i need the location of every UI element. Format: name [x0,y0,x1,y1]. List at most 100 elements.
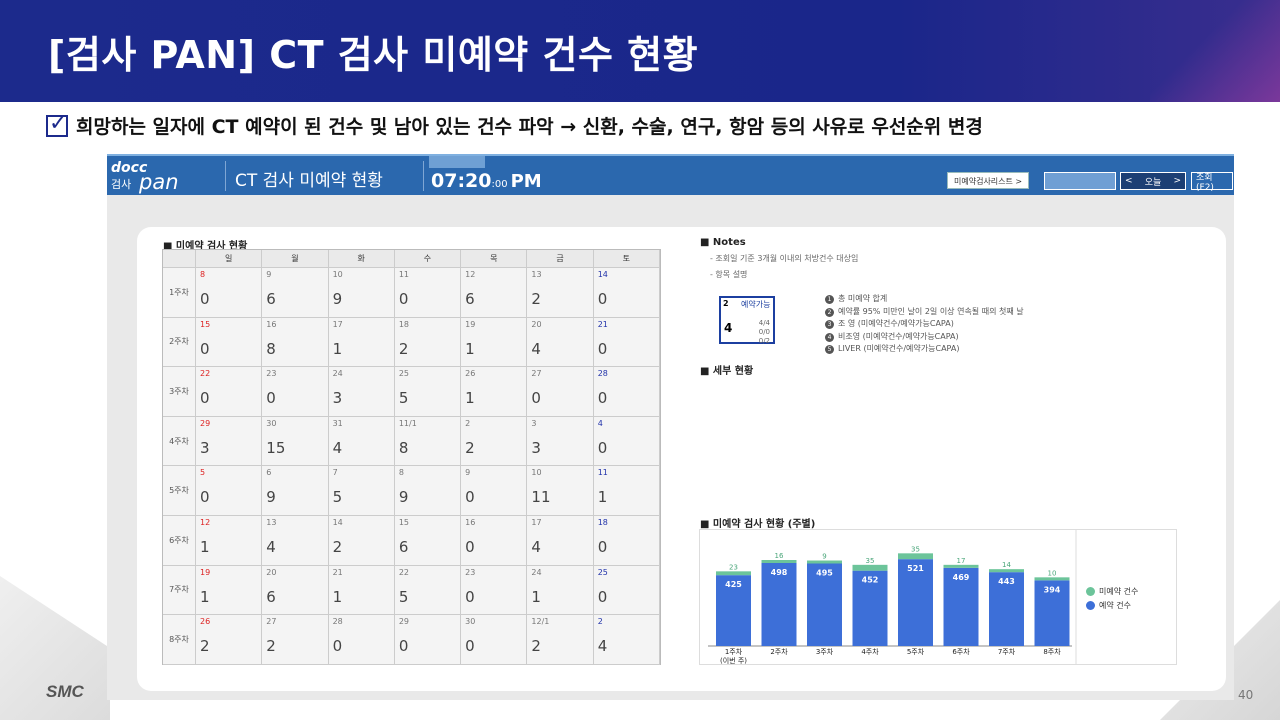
calendar-day-cell[interactable]: 28 0 [593,367,660,417]
calendar-day-cell[interactable]: 15 6 [394,516,462,566]
category-label: 3주차 [816,647,834,656]
calendar-day-cell[interactable]: 22 [461,416,528,467]
calendar-day-cell[interactable]: 20 6 [262,565,329,616]
calendar-day-cell[interactable]: 12 1 [196,516,263,566]
calendar-day-cell[interactable]: 11 1 [593,466,660,516]
day-date: 30 [266,418,277,428]
reserved-value-label: 495 [816,569,833,578]
category-label: 2주차 [770,647,788,656]
calendar-day-cell[interactable]: 25 5 [394,367,462,417]
calendar-day-cell[interactable]: 13 2 [527,268,594,318]
calendar-day-cell[interactable]: 10 9 [328,268,395,318]
category-label: 1주차 [725,647,743,656]
calendar-day-cell[interactable]: 50 [196,466,263,516]
calendar-day-cell[interactable]: 96 [262,268,329,318]
bullet-line: 희망하는 일자에 CT 예약이 된 건수 및 남아 있는 건수 파악 → 신환,… [46,111,983,139]
calendar-week-row: 8주차 26 2 27 2 28 0 29 0 30 0 12/1 2 2 4 [163,615,660,665]
calendar-day-cell[interactable]: 33 [527,416,594,467]
today-button[interactable]: 오늘 [1145,175,1162,188]
search-button[interactable]: 조회(F2) [1191,172,1233,193]
legend-swatch [1086,601,1095,610]
calendar-day-cell[interactable]: 75 [328,466,395,516]
calendar-day-cell[interactable]: 16 8 [262,317,329,368]
calendar-day-cell[interactable]: 69 [262,466,329,516]
calendar-day-cell[interactable]: 23 0 [461,565,528,616]
day-unreserved-count: 0 [200,488,210,507]
calendar-day-cell[interactable]: 26 1 [461,367,528,417]
calendar-day-cell[interactable]: 29 0 [394,615,462,665]
day-date: 15 [200,319,211,329]
calendar-day-cell[interactable]: 24 1 [527,565,594,616]
calendar-day-cell[interactable]: 31 4 [328,416,395,467]
day-unreserved-count: 2 [398,339,409,358]
day-header: 월 [262,250,329,268]
calendar-week-row: 5주차 5 0 6 9 7 5 8 9 9 0 10 11 11 1 [163,466,660,516]
calendar-day-cell[interactable]: 19 1 [196,565,263,616]
category-label: 5주차 [907,647,925,656]
calendar-day-cell[interactable]: 14 2 [328,516,395,566]
calendar-day-cell[interactable]: 11 0 [394,268,462,318]
number-circle-icon: 3 [825,320,834,329]
date-input[interactable] [1044,172,1116,190]
divider [423,161,424,191]
calendar-day-cell[interactable]: 29 3 [196,416,263,467]
week-label: 7주차 [163,565,196,616]
legend-sample-big: 4 [724,321,733,335]
calendar-day-cell[interactable]: 27 2 [262,615,329,665]
calendar-day-cell[interactable]: 12 6 [461,268,528,318]
calendar-day-cell[interactable]: 19 1 [461,317,528,368]
calendar-day-cell[interactable]: 15 0 [196,317,263,368]
legend-sample-label: 예약가능 [741,300,771,309]
prev-button[interactable]: < [1125,176,1133,186]
calendar-day-cell[interactable]: 22 5 [394,565,462,616]
calendar-day-cell[interactable]: 18 2 [394,317,462,368]
calendar-day-cell[interactable]: 10 11 [527,466,594,516]
day-unreserved-count: 9 [266,488,276,507]
calendar-day-cell[interactable]: 12/1 2 [527,615,594,665]
unreserved-value-label: 35 [866,557,875,565]
bar-unreserved [989,569,1024,573]
checkbox-icon [46,111,68,137]
day-unreserved-count: 8 [398,438,409,457]
calendar-day-cell[interactable]: 90 [461,466,528,516]
calendar-day-cell[interactable]: 22 0 [196,367,263,417]
calendar-day-cell[interactable]: 23 0 [262,367,329,417]
calendar-day-cell[interactable]: 11/1 8 [394,416,462,467]
calendar-day-cell[interactable]: 17 4 [527,516,594,566]
calendar-day-cell[interactable]: 27 0 [527,367,594,417]
calendar-day-cell[interactable]: 30 15 [262,416,329,467]
calendar-day-cell[interactable]: 14 0 [593,268,660,318]
note-item-text: LIVER (미예약건수/예약가능CAPA) [838,344,960,353]
calendar-day-cell[interactable]: 40 [593,416,660,467]
day-date: 18 [597,518,608,527]
calendar-day-cell[interactable]: 16 0 [461,516,528,566]
day-date: 7 [332,468,338,478]
calendar-day-cell[interactable]: 21 1 [328,565,395,616]
day-date: 30 [465,617,476,627]
day-unreserved-count: 1 [332,339,343,358]
calendar-day-cell[interactable]: 24 [593,615,660,665]
day-date: 13 [266,518,277,527]
day-date: 23 [465,567,476,577]
category-label: 8주차 [1043,647,1061,656]
day-date: 24 [332,369,343,379]
calendar-day-cell[interactable]: 18 0 [593,516,660,566]
day-unreserved-count: 9 [398,488,409,507]
bar-unreserved [943,564,979,568]
day-header: 일 [196,250,263,268]
calendar-day-cell[interactable]: 21 0 [593,317,660,368]
calendar-day-cell[interactable]: 30 0 [461,615,528,665]
unreserved-list-button[interactable]: 미예약검사리스트 > [947,172,1030,189]
calendar-day-cell[interactable]: 80 [196,268,263,318]
calendar-day-cell[interactable]: 25 0 [593,565,660,616]
calendar-day-cell[interactable]: 28 0 [328,615,395,665]
chart-title: ■ 미예약 검사 현황 (주별) [700,519,816,530]
calendar-day-cell[interactable]: 26 2 [196,615,263,665]
calendar-day-cell[interactable]: 24 3 [328,367,395,417]
day-unreserved-count: 0 [597,339,608,358]
next-button[interactable]: > [1173,176,1181,186]
calendar-day-cell[interactable]: 17 1 [328,317,395,368]
calendar-day-cell[interactable]: 89 [394,466,462,516]
calendar-day-cell[interactable]: 13 4 [262,516,329,566]
calendar-day-cell[interactable]: 20 4 [527,317,594,368]
